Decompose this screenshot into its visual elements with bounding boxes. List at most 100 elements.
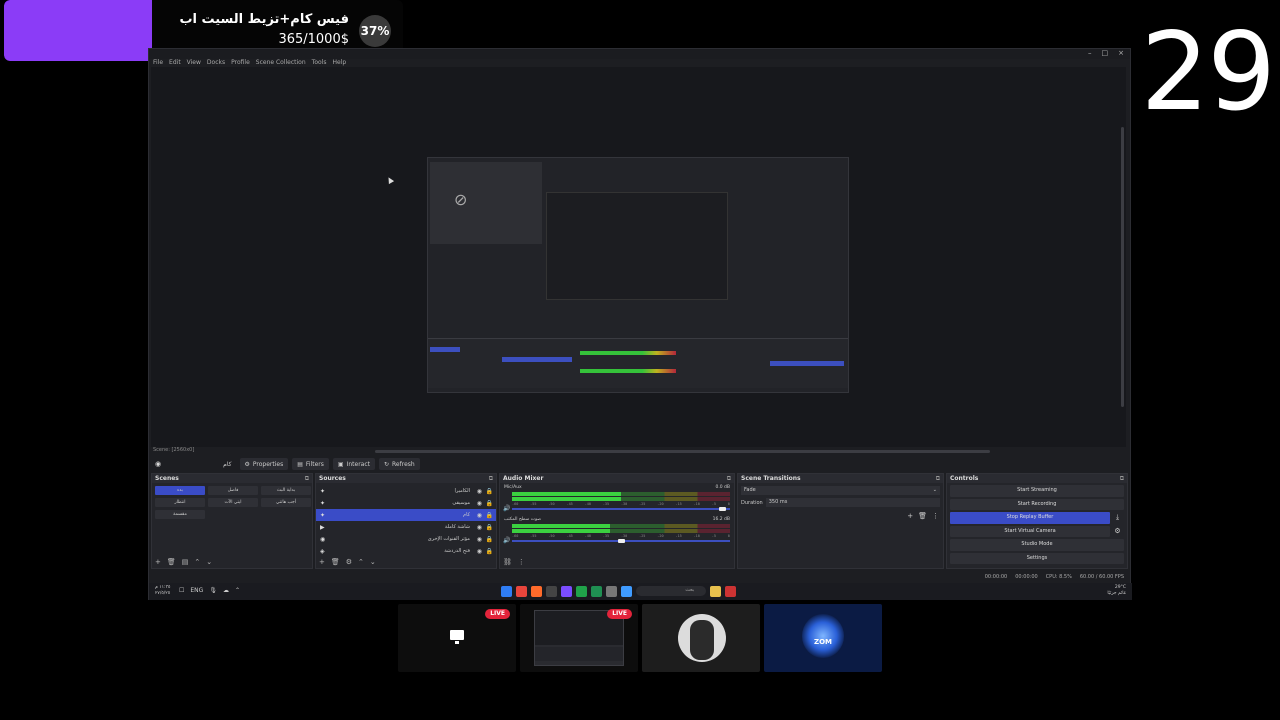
maximize-icon[interactable]: □ [1102, 49, 1109, 57]
preview-canvas[interactable]: ⊘ [151, 67, 1126, 447]
lock-icon[interactable]: 🔒 [486, 524, 493, 531]
level-meter-fill [512, 529, 611, 533]
menu-docks[interactable]: Docks [207, 59, 225, 67]
scene-item[interactable]: مقسمة [155, 510, 205, 519]
filters-button[interactable]: ▤ Filters [292, 458, 329, 470]
eye-icon[interactable]: ◉ [477, 524, 482, 531]
taskbar-app-icon[interactable] [531, 586, 542, 597]
scene-item[interactable]: بدء [155, 486, 205, 495]
taskbar-app-icon[interactable] [710, 586, 721, 597]
source-item[interactable]: ◈ فتح الدردشة ◉ 🔒 [316, 545, 496, 557]
lock-icon[interactable]: 🔒 [486, 488, 493, 495]
vertical-scrollbar[interactable] [1121, 127, 1124, 407]
menu-profile[interactable]: Profile [231, 59, 250, 67]
taskbar-app-icon[interactable] [621, 586, 632, 597]
taskbar-app-icon[interactable] [725, 586, 736, 597]
trash-icon[interactable]: 🗑 [918, 512, 927, 520]
add-icon[interactable]: + [319, 558, 325, 566]
taskbar-search[interactable]: بحث [636, 586, 706, 596]
menu-file[interactable]: File [153, 59, 163, 67]
volume-icon[interactable]: 🔊 [503, 537, 510, 544]
brand-logo-tile[interactable]: ZOM [764, 604, 882, 672]
eye-icon[interactable]: ◉ [477, 548, 482, 555]
chevron-up-icon[interactable]: ⌃ [235, 587, 240, 594]
menu-tools[interactable]: Tools [312, 59, 327, 67]
language-indicator[interactable]: ENG [190, 587, 203, 594]
eye-icon[interactable]: ◉ [477, 512, 482, 519]
interact-button[interactable]: ▣ Interact [332, 458, 375, 470]
start-recording-button[interactable]: Start Recording [950, 498, 1124, 510]
duration-input[interactable]: 350 ms [765, 498, 940, 507]
chevron-down-icon[interactable]: ⌄ [370, 558, 376, 566]
taskbar-app-icon[interactable] [591, 586, 602, 597]
obs-capture-tile[interactable]: LIVE [520, 604, 638, 672]
trash-icon[interactable]: 🗑 [167, 558, 176, 566]
refresh-button[interactable]: ↻ Refresh [379, 458, 420, 470]
eye-icon[interactable]: ◉ [477, 536, 482, 543]
save-replay-icon[interactable]: ⤓ [1112, 512, 1123, 524]
add-icon[interactable]: + [907, 512, 913, 520]
eye-icon[interactable]: ◉ [477, 500, 482, 507]
scene-item[interactable]: فاصل [208, 486, 258, 495]
studio-mode-button[interactable]: Studio Mode [950, 539, 1124, 551]
menu-help[interactable]: Help [332, 59, 346, 67]
source-item[interactable]: ✦ موسيقى ◉ 🔒 [316, 497, 496, 509]
filter-icon[interactable]: ▤ [182, 558, 189, 566]
minimize-icon[interactable]: – [1088, 49, 1092, 57]
trash-icon[interactable]: 🗑 [331, 558, 340, 566]
screen-share-tile[interactable]: LIVE [398, 604, 516, 672]
start-streaming-button[interactable]: Start Streaming [950, 485, 1124, 497]
webcam-tile[interactable] [642, 604, 760, 672]
source-item[interactable]: ✦ كام ◉ 🔒 [316, 509, 496, 521]
lock-icon[interactable]: 🔒 [486, 536, 493, 543]
clock[interactable]: ١١:٣٥ م ٢٧/٥/٢٥ [155, 585, 170, 597]
scene-item[interactable]: ايتي الآت [208, 498, 258, 507]
taskbar-app-icon[interactable] [546, 586, 557, 597]
microphone-icon[interactable]: 🎙 [209, 587, 217, 594]
volume-icon[interactable]: 🔊 [503, 505, 510, 512]
settings-button[interactable]: Settings [950, 552, 1124, 564]
volume-knob[interactable] [718, 507, 726, 511]
source-item[interactable]: ▶ شاشة كاملة ◉ 🔒 [316, 521, 496, 533]
eye-icon[interactable]: ◉ [477, 488, 482, 495]
taskbar-app-icon[interactable] [606, 586, 617, 597]
gear-icon[interactable]: ⚙ [346, 558, 352, 566]
chevron-up-icon[interactable]: ⌃ [358, 558, 364, 566]
stop-replay-buffer-button[interactable]: Stop Replay Buffer ⤓ [950, 512, 1119, 524]
taskbar-app-icon[interactable] [576, 586, 587, 597]
volume-slider[interactable] [512, 507, 730, 511]
scene-item[interactable]: انتظار [155, 498, 205, 507]
nested-docks [428, 338, 848, 388]
transition-select[interactable]: Fade ⌄ [741, 486, 940, 495]
cloud-icon[interactable]: ☁ [223, 587, 229, 594]
volume-knob[interactable] [618, 539, 626, 543]
menu-dots-icon[interactable]: ⋮ [518, 558, 525, 566]
add-icon[interactable]: + [155, 558, 161, 566]
menu-dots-icon[interactable]: ⋮ [932, 512, 939, 520]
chevron-down-icon[interactable]: ⌄ [206, 558, 212, 566]
taskbar-app-icon[interactable] [561, 586, 572, 597]
scene-item[interactable]: أجب هاتتي [261, 498, 311, 507]
start-virtual-camera-button[interactable]: Start Virtual Camera ⚙ [950, 525, 1121, 537]
menu-edit[interactable]: Edit [169, 59, 181, 67]
properties-button[interactable]: ⚙ Properties [239, 458, 289, 470]
source-item[interactable]: ✦ الكاميرا ◉ 🔒 [316, 485, 496, 497]
weather-widget[interactable]: 29°C غائم جزئيًا [1107, 585, 1126, 597]
taskbar-app-icon[interactable] [501, 586, 512, 597]
gear-icon[interactable]: ⚙ [1112, 526, 1123, 538]
taskbar-app-icon[interactable] [516, 586, 527, 597]
notification-icon[interactable]: ☐ [179, 587, 184, 594]
link-icon[interactable]: ⛓ [503, 558, 512, 566]
menu-scene-collection[interactable]: Scene Collection [256, 59, 306, 67]
close-icon[interactable]: × [1118, 49, 1124, 57]
chevron-up-icon[interactable]: ⌃ [194, 558, 200, 566]
lock-icon[interactable]: 🔒 [486, 512, 493, 519]
scene-item[interactable]: بداية البث [261, 486, 311, 495]
menu-view[interactable]: View [187, 59, 201, 67]
source-item[interactable]: ◉ مؤثر القنوات الإخرى ◉ 🔒 [316, 533, 496, 545]
volume-slider[interactable] [512, 539, 730, 543]
lock-icon[interactable]: 🔒 [486, 548, 493, 555]
horizontal-scrollbar[interactable] [375, 450, 990, 453]
lock-icon[interactable]: 🔒 [486, 500, 493, 507]
cpu-usage: CPU: 8.5% [1045, 574, 1072, 580]
